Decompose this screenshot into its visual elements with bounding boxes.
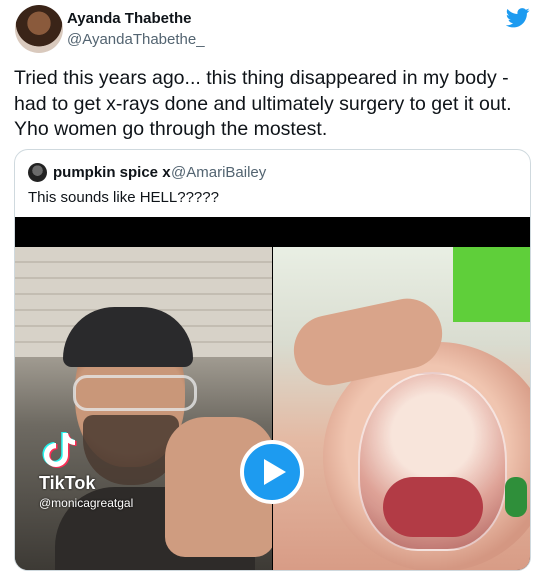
tiktok-handle: @monicagreatgal (39, 496, 134, 510)
video-letterbox (15, 217, 530, 247)
author-handle[interactable]: @AyandaThabethe_ (67, 31, 205, 48)
tweet-text: Tried this years ago... this thing disap… (14, 67, 512, 140)
tiktok-watermark: TikTok @monicagreatgal (39, 431, 133, 510)
red-tissue (383, 477, 483, 537)
quoted-author-name[interactable]: pumpkin spice x (53, 164, 171, 181)
tiktok-logo-icon (42, 432, 77, 468)
quoted-avatar[interactable] (28, 163, 47, 182)
twitter-bird-icon[interactable] (506, 8, 530, 28)
avatar[interactable] (15, 5, 63, 53)
video-left-frame (15, 247, 272, 570)
person-glasses (73, 375, 197, 411)
quoted-tweet-text: This sounds like HELL????? (28, 189, 219, 206)
author-name[interactable]: Ayanda Thabethe (67, 10, 191, 27)
video-right-frame (273, 247, 530, 570)
play-button[interactable] (240, 440, 304, 504)
tweet-card: Ayanda Thabethe @AyandaThabethe_ Tried t… (0, 0, 545, 571)
play-icon (264, 459, 286, 485)
quoted-tweet[interactable]: pumpkin spice x @AmariBailey This sounds… (14, 149, 531, 571)
tiktok-wordmark: TikTok (39, 473, 96, 493)
quoted-author-handle[interactable]: @AmariBailey (171, 164, 266, 181)
green-object (453, 247, 530, 322)
green-clip (505, 477, 527, 517)
video-player[interactable]: TikTok @monicagreatgal (15, 217, 530, 570)
